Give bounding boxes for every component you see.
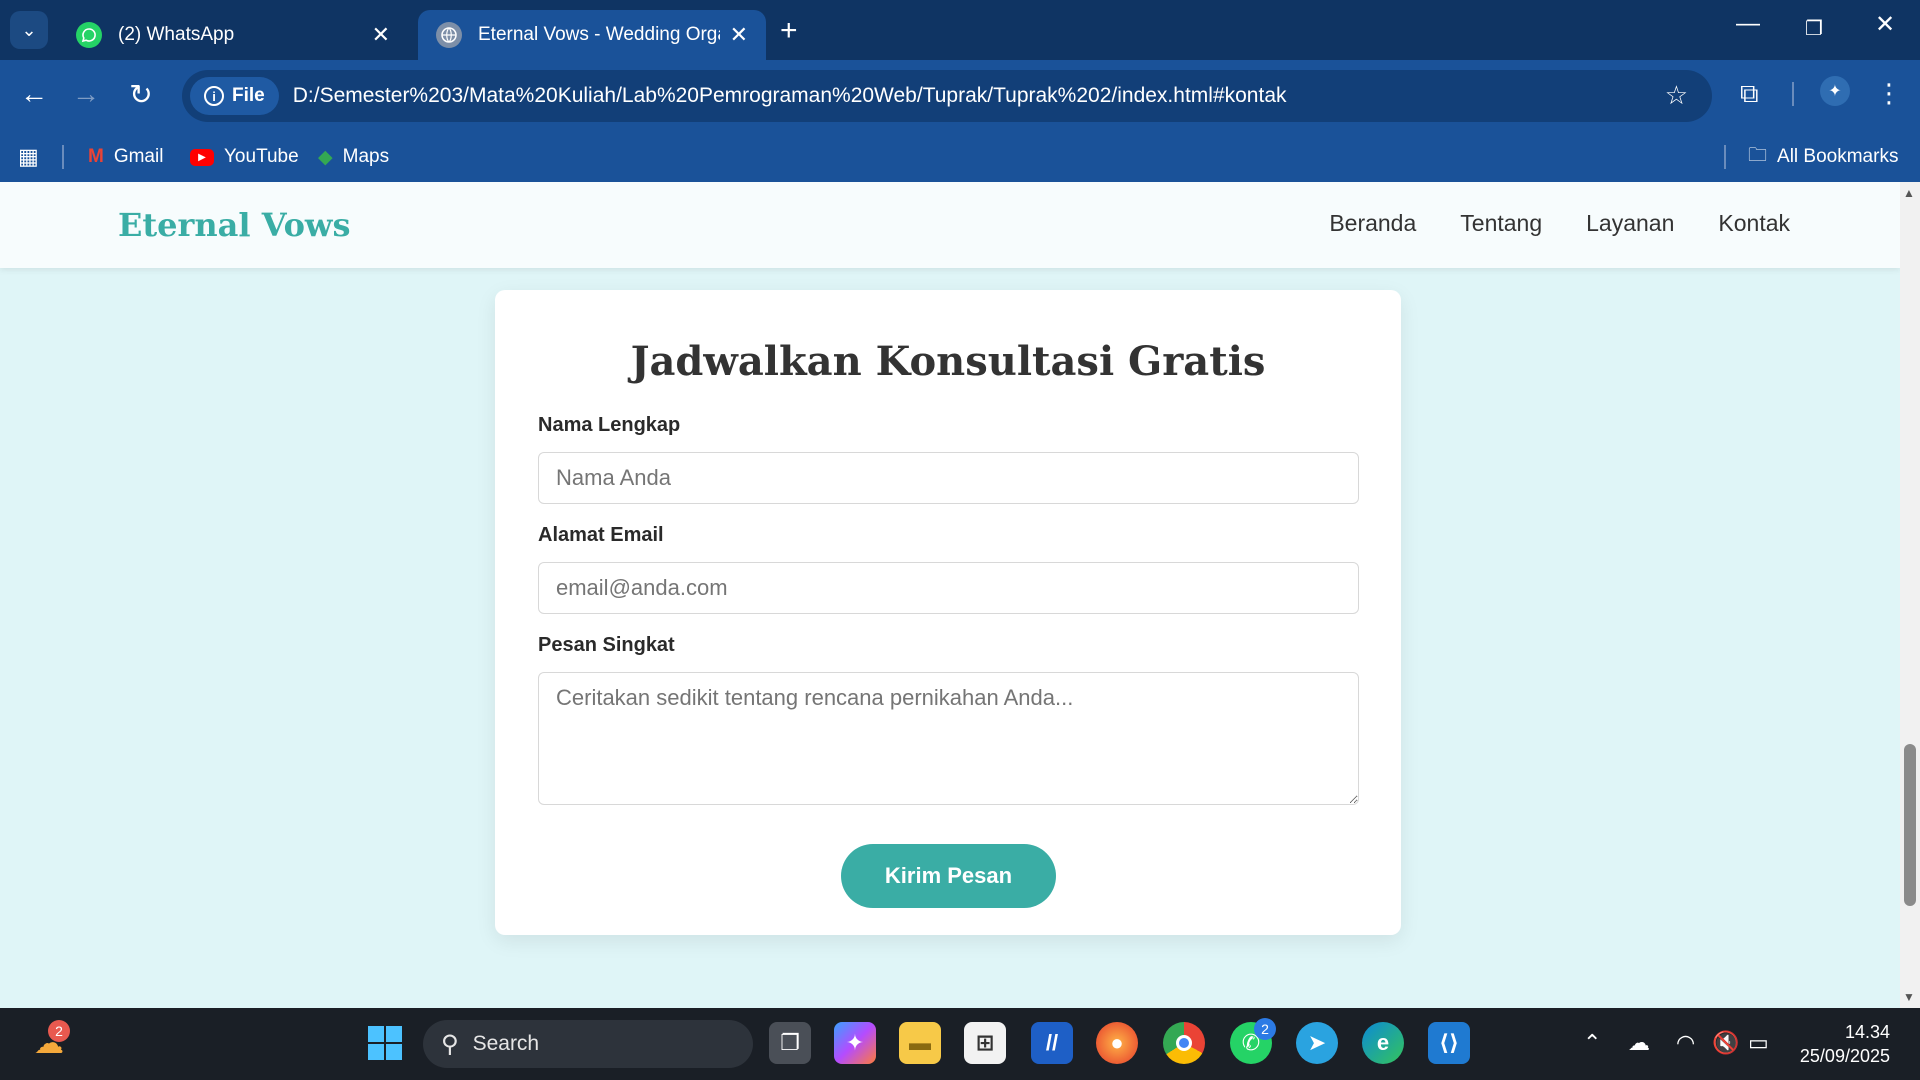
profile-avatar[interactable]: ✦ — [1820, 76, 1850, 106]
brand-logo[interactable]: Eternal Vows — [118, 206, 350, 244]
windows-taskbar: ☁ 2 ⚲ Search ❐ ✦ ▬ ⊞ // ● ✆ 2 ➤ e ⟨⟩ ⌃ ☁… — [0, 1008, 1920, 1080]
taskbar-search[interactable]: ⚲ Search — [423, 1020, 753, 1068]
file-explorer-icon[interactable]: ▬ — [899, 1022, 941, 1064]
scroll-down-icon[interactable]: ▼ — [1903, 990, 1915, 1004]
apps-grid-icon[interactable]: ▦ — [18, 144, 39, 170]
tab-search-button[interactable]: ⌄ — [10, 11, 48, 49]
name-input[interactable] — [538, 452, 1359, 504]
bookmark-gmail[interactable]: M Gmail — [88, 146, 163, 168]
maps-icon: ◆ — [318, 146, 333, 168]
new-tab-button[interactable]: + — [780, 14, 798, 48]
telegram-icon[interactable]: ➤ — [1296, 1022, 1338, 1064]
all-bookmarks-label: All Bookmarks — [1777, 146, 1899, 167]
firefox-icon[interactable]: ● — [1096, 1022, 1138, 1064]
restore-icon[interactable]: ❐ — [1805, 16, 1823, 41]
start-windows-icon[interactable] — [364, 1022, 406, 1064]
scrollbar-thumb[interactable] — [1904, 744, 1916, 906]
bookmarks-divider — [62, 145, 64, 169]
tab-title: Eternal Vows - Wedding Organi — [478, 24, 720, 45]
menu-kebab-icon[interactable]: ⋮ — [1876, 78, 1902, 109]
nav-link-layanan[interactable]: Layanan — [1586, 210, 1674, 237]
volume-muted-icon[interactable]: 🔇 — [1712, 1030, 1739, 1056]
wifi-icon[interactable]: ◠ — [1676, 1030, 1695, 1056]
info-icon: i — [204, 86, 224, 106]
nav-link-beranda[interactable]: Beranda — [1329, 210, 1416, 237]
browser-toolbar: ← → ↻ i File D:/Semester%203/Mata%20Kuli… — [0, 60, 1920, 190]
bookmarks-divider — [1724, 145, 1726, 169]
forward-arrow-icon[interactable]: → — [66, 78, 106, 110]
tab-title: (2) WhatsApp — [118, 24, 235, 45]
vscode-icon[interactable]: ⟨⟩ — [1428, 1022, 1470, 1064]
site-navbar: Eternal Vows Beranda Tentang Layanan Kon… — [0, 182, 1900, 268]
bookmark-label: YouTube — [224, 146, 299, 167]
site-info-chip[interactable]: i File — [190, 77, 279, 115]
toolbar-divider — [1792, 82, 1794, 106]
reload-icon[interactable]: ↻ — [121, 78, 161, 111]
battery-icon[interactable]: ▭ — [1748, 1030, 1769, 1056]
clock-date: 25/09/2025 — [1799, 1046, 1890, 1066]
close-icon[interactable]: ✕ — [372, 22, 390, 48]
globe-icon — [436, 22, 462, 48]
url-text[interactable]: D:/Semester%203/Mata%20Kuliah/Lab%20Pemr… — [293, 84, 1287, 108]
close-icon[interactable]: ✕ — [730, 22, 748, 48]
search-icon: ⚲ — [441, 1030, 459, 1058]
window-close-icon[interactable]: ✕ — [1875, 10, 1895, 39]
page-scrollbar[interactable]: ▲ ▼ — [1900, 182, 1920, 1008]
microsoft-store-icon[interactable]: ⊞ — [964, 1022, 1006, 1064]
minimize-icon[interactable]: — — [1736, 10, 1760, 38]
back-arrow-icon[interactable]: ← — [14, 78, 54, 110]
address-bar[interactable]: i File D:/Semester%203/Mata%20Kuliah/Lab… — [182, 70, 1712, 122]
edge-icon[interactable]: e — [1362, 1022, 1404, 1064]
scheme-label: File — [232, 85, 265, 106]
clock-time: 14.34 — [1844, 1022, 1890, 1042]
search-label: Search — [472, 1032, 540, 1055]
submit-button[interactable]: Kirim Pesan — [841, 844, 1056, 908]
youtube-icon: ▶ — [190, 148, 214, 166]
tab-strip: ⌄ (2) WhatsApp ✕ Eternal Vows - Wedding … — [0, 0, 1920, 60]
folder-icon: 🗀 — [1748, 145, 1768, 166]
tab-whatsapp[interactable]: (2) WhatsApp ✕ — [58, 10, 408, 60]
chevron-down-icon: ⌄ — [21, 19, 37, 40]
contact-form-card: Jadwalkan Konsultasi Gratis Nama Lengkap… — [495, 290, 1401, 935]
task-view-icon[interactable]: ❐ — [769, 1022, 811, 1064]
nav-link-kontak[interactable]: Kontak — [1718, 210, 1790, 237]
extensions-icon[interactable]: ⧉ — [1740, 78, 1759, 110]
nav-links: Beranda Tentang Layanan Kontak — [1329, 210, 1790, 237]
copilot-icon[interactable]: ✦ — [834, 1022, 876, 1064]
scroll-up-icon[interactable]: ▲ — [1903, 186, 1915, 200]
page-viewport: Eternal Vows Beranda Tentang Layanan Kon… — [0, 182, 1900, 1008]
whatsapp-icon — [76, 22, 102, 48]
name-label: Nama Lengkap — [538, 414, 681, 436]
onedrive-icon[interactable]: ☁ — [1628, 1030, 1650, 1056]
system-clock[interactable]: 14.34 25/09/2025 — [1790, 1020, 1890, 1068]
form-title: Jadwalkan Konsultasi Gratis — [630, 338, 1266, 385]
weather-badge: 2 — [48, 1020, 70, 1042]
app-icon[interactable]: // — [1031, 1022, 1073, 1064]
whatsapp-badge: 2 — [1254, 1018, 1276, 1040]
bookmarks-bar: ▦ M Gmail ▶ YouTube ◆ Maps 🗀 All Bookmar… — [0, 132, 1920, 182]
bookmark-youtube[interactable]: ▶ YouTube — [190, 146, 299, 168]
email-label: Alamat Email — [538, 524, 664, 546]
message-textarea[interactable] — [538, 672, 1359, 805]
bookmark-label: Maps — [342, 146, 390, 167]
nav-link-tentang[interactable]: Tentang — [1460, 210, 1542, 237]
bookmark-label: Gmail — [113, 146, 164, 167]
bookmark-maps[interactable]: ◆ Maps — [318, 146, 389, 169]
gmail-icon: M — [88, 146, 104, 167]
tray-chevron-up-icon[interactable]: ⌃ — [1583, 1030, 1601, 1056]
bookmark-star-icon[interactable]: ☆ — [1665, 80, 1688, 111]
chrome-icon[interactable] — [1163, 1022, 1205, 1064]
tab-eternal-vows[interactable]: Eternal Vows - Wedding Organi ✕ — [418, 10, 766, 60]
email-input[interactable] — [538, 562, 1359, 614]
all-bookmarks[interactable]: 🗀 All Bookmarks — [1748, 141, 1898, 173]
message-label: Pesan Singkat — [538, 634, 675, 656]
